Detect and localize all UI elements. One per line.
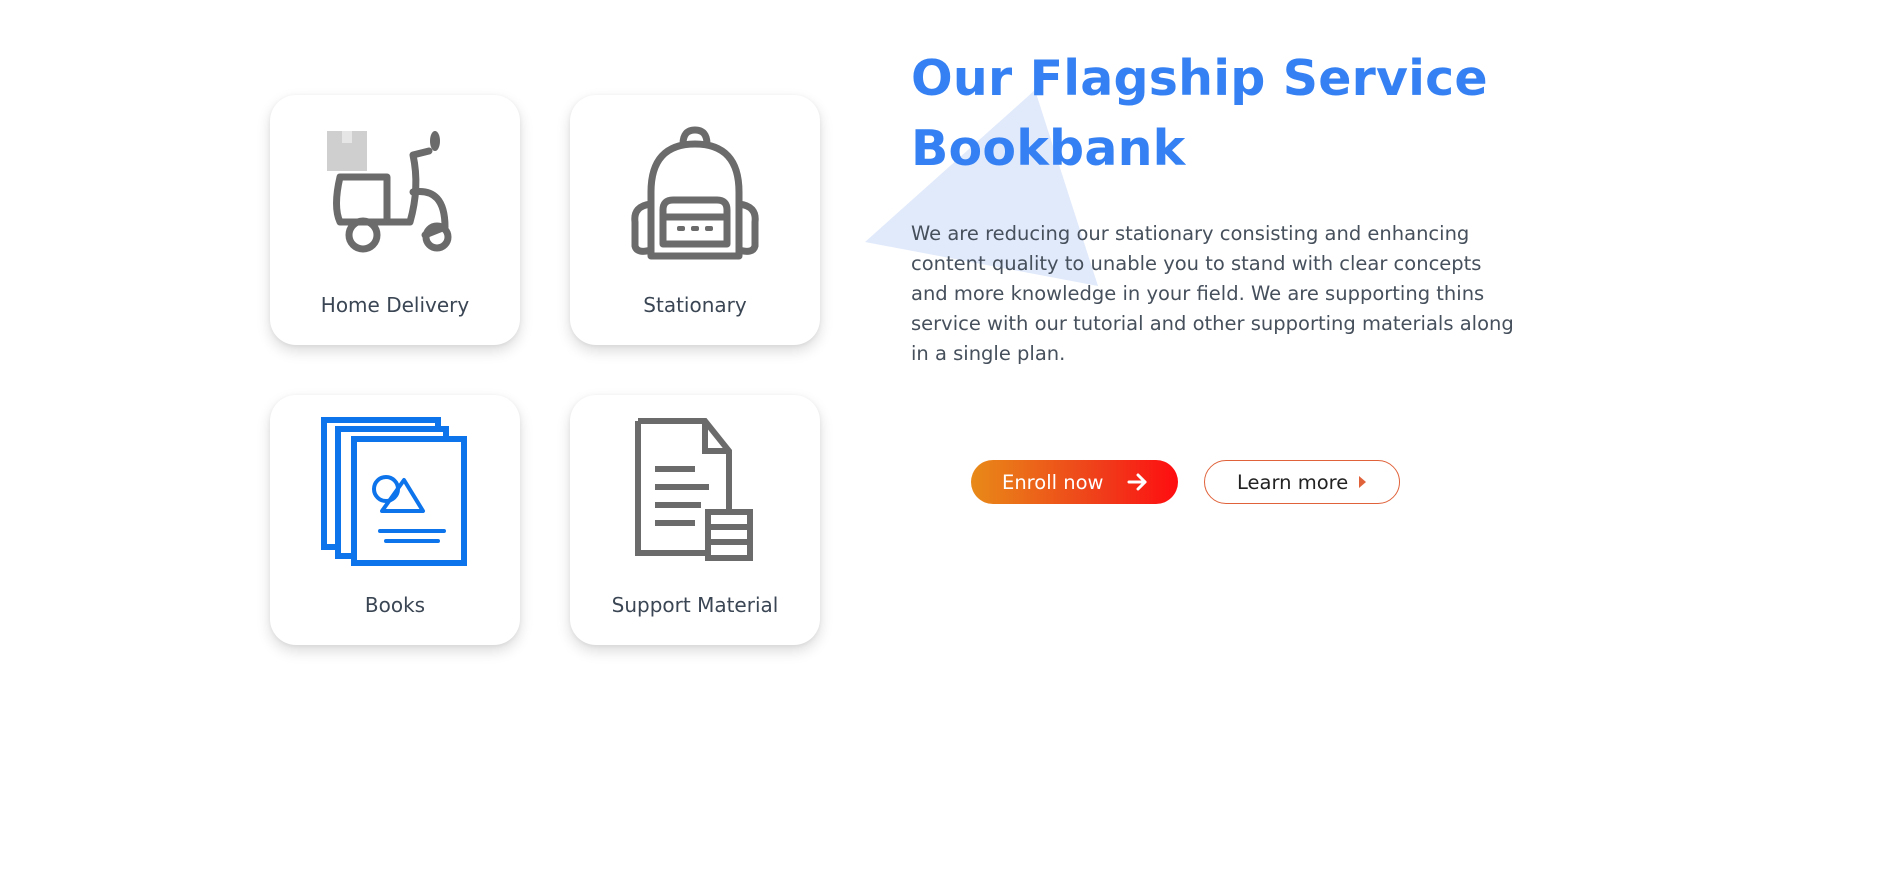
scooter-delivery-icon bbox=[270, 117, 520, 267]
enroll-now-button[interactable]: Enroll now bbox=[971, 460, 1178, 504]
title-line-1: Our Flagship Service bbox=[911, 50, 1488, 107]
service-card-home-delivery[interactable]: Home Delivery bbox=[270, 95, 520, 345]
page-title: Our Flagship Service Bookbank bbox=[911, 44, 1488, 184]
service-description: We are reducing our stationary consistin… bbox=[911, 222, 1514, 365]
enroll-now-label: Enroll now bbox=[1002, 470, 1104, 494]
title-line-2: Bookbank bbox=[911, 120, 1186, 177]
service-label: Stationary bbox=[643, 293, 747, 317]
books-stack-icon bbox=[270, 417, 520, 567]
service-label: Home Delivery bbox=[320, 293, 470, 317]
service-card-books[interactable]: Books bbox=[270, 395, 520, 645]
learn-more-label: Learn more bbox=[1237, 470, 1349, 494]
document-icon bbox=[570, 417, 820, 567]
service-label: Support Material bbox=[611, 593, 779, 617]
backpack-icon bbox=[570, 117, 820, 267]
service-card-support-material[interactable]: Support Material bbox=[570, 395, 820, 645]
service-label: Books bbox=[364, 593, 426, 617]
service-card-stationary[interactable]: Stationary bbox=[570, 95, 820, 345]
arrow-right-icon bbox=[1127, 473, 1147, 491]
caret-right-icon bbox=[1359, 476, 1366, 488]
learn-more-button[interactable]: Learn more bbox=[1204, 460, 1400, 504]
